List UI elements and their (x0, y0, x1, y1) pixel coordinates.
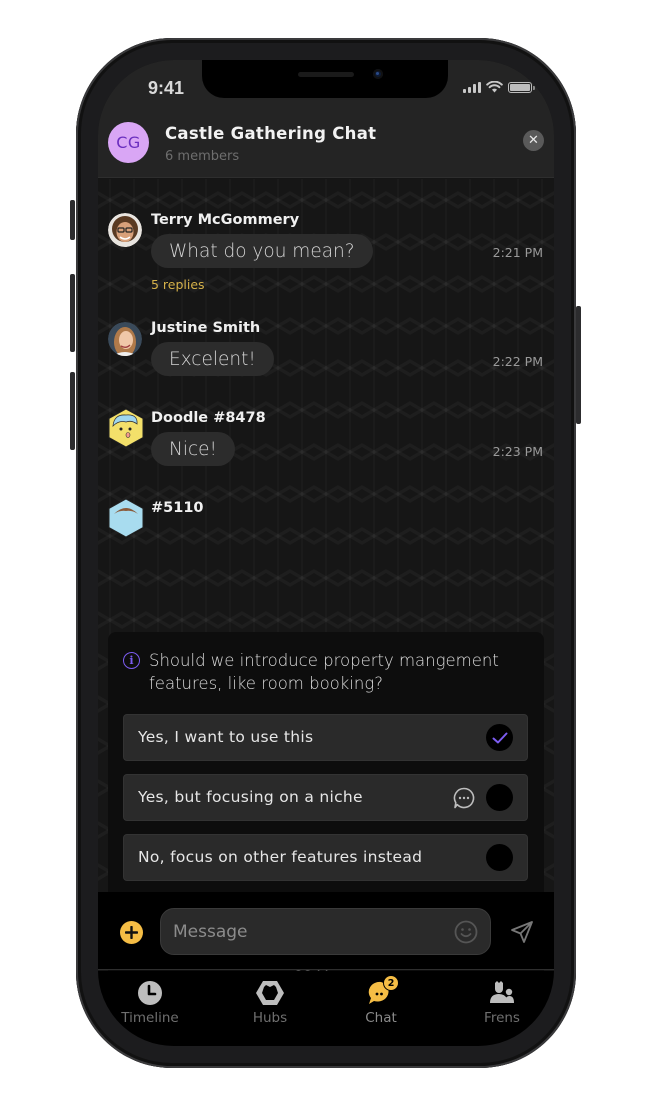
message-time: 2:22 PM (492, 354, 543, 369)
close-button[interactable]: ✕ (523, 130, 544, 151)
tab-bar: Timeline Hubs 2 Chat Frens (98, 971, 554, 1046)
power-button (576, 306, 581, 424)
member-count[interactable]: 6 members (165, 149, 239, 164)
radio-unselected[interactable] (486, 844, 513, 871)
sender-name[interactable]: #5110 (151, 500, 204, 516)
avatar[interactable] (108, 322, 142, 356)
info-icon: i (123, 652, 140, 669)
status-time: 9:41 (148, 78, 185, 98)
message-time: 2:21 PM (492, 245, 543, 260)
sender-name[interactable]: Terry McGommery (151, 212, 299, 228)
tab-label: Chat (365, 1010, 397, 1026)
radio-unselected[interactable] (486, 784, 513, 811)
close-icon: ✕ (528, 133, 539, 148)
battery-icon (508, 81, 535, 93)
message-placeholder: Message (173, 921, 248, 942)
chat-messages[interactable]: Terry McGommery What do you mean? 2:21 P… (98, 179, 554, 1000)
check-icon (492, 732, 507, 743)
poll-question: Should we introduce property mangement f… (149, 651, 499, 693)
tab-hubs[interactable]: Hubs (220, 979, 320, 1026)
group-avatar[interactable]: CG (108, 122, 149, 163)
poll-option-label: No, focus on other features instead (138, 848, 423, 866)
poll-option[interactable]: No, focus on other features instead (123, 834, 528, 881)
send-icon[interactable] (510, 920, 534, 944)
message-bubble[interactable]: What do you mean? (151, 234, 373, 268)
tab-timeline[interactable]: Timeline (100, 979, 200, 1026)
add-attachment-button[interactable] (120, 921, 143, 944)
notch (202, 60, 448, 98)
radio-selected[interactable] (486, 724, 513, 751)
replies-link[interactable]: 5 replies (151, 277, 205, 292)
plus-icon (125, 926, 138, 939)
sender-name[interactable]: Justine Smith (151, 320, 260, 336)
friends-icon (488, 979, 516, 1007)
poll-option-label: Yes, but focusing on a niche (138, 788, 363, 806)
tab-label: Frens (484, 1010, 520, 1026)
chat-badge: 2 (383, 975, 399, 991)
message-time: 2:23 PM (492, 444, 543, 459)
smiley-icon[interactable] (454, 920, 478, 944)
speaker (298, 72, 354, 77)
hexagon-icon (256, 979, 284, 1007)
message-input[interactable]: Message (160, 908, 491, 955)
volume-up-button (70, 274, 75, 352)
front-camera (373, 69, 383, 79)
avatar-5110-icon (108, 498, 144, 538)
wifi-icon (486, 81, 503, 93)
clock-icon (136, 979, 164, 1007)
status-icons (463, 81, 535, 93)
message-bubble[interactable]: Nice! (151, 432, 235, 466)
sender-name[interactable]: Doodle #8478 (151, 410, 266, 426)
phone-screen: 9:41 CG Castle Gathering Chat 6 members … (98, 60, 554, 1046)
tab-chat[interactable]: 2 Chat (331, 975, 431, 1026)
tab-label: Timeline (121, 1010, 179, 1026)
avatar-doodle-icon (108, 408, 144, 448)
chat-title: Castle Gathering Chat (165, 124, 377, 143)
poll-option[interactable]: Yes, I want to use this (123, 714, 528, 761)
avatar-justine-icon (108, 322, 142, 356)
chat-bubbles-icon: 2 (367, 975, 399, 1007)
mute-switch (70, 200, 75, 240)
avatar[interactable] (108, 213, 142, 247)
avatar-terry-icon (108, 213, 142, 247)
signal-icon (463, 81, 481, 93)
avatar[interactable] (106, 498, 146, 538)
message-bubble[interactable]: Excelent! (151, 342, 274, 376)
volume-down-button (70, 372, 75, 450)
avatar[interactable] (106, 408, 146, 448)
tab-frens[interactable]: Frens (452, 979, 552, 1026)
poll-option-label: Yes, I want to use this (138, 728, 314, 746)
poll-option[interactable]: Yes, but focusing on a niche (123, 774, 528, 821)
tab-label: Hubs (252, 1010, 288, 1026)
comment-icon[interactable] (452, 786, 476, 810)
message-composer: Message (98, 892, 554, 970)
